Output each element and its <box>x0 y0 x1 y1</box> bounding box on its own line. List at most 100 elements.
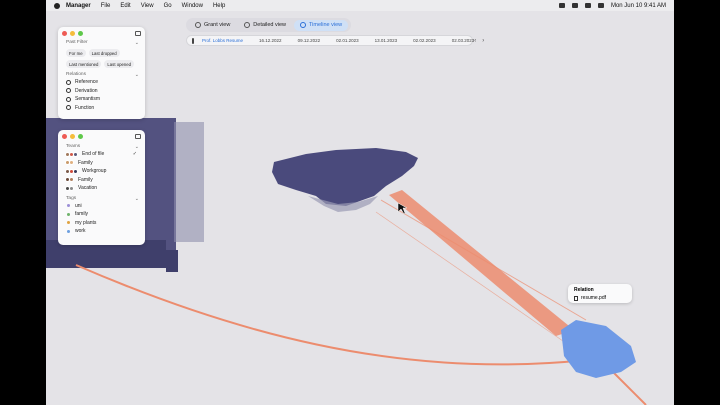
close-icon[interactable] <box>62 31 67 36</box>
menu-bar: Manager File Edit View Go Window Help Mo… <box>46 0 674 11</box>
reference-icon <box>66 79 71 85</box>
menu-go[interactable]: Go <box>164 3 172 9</box>
checkmark-icon: ✓ <box>132 151 137 158</box>
team-item[interactable]: Family <box>58 159 145 168</box>
timeline-date: 02.02.2023 <box>413 38 436 43</box>
user-icon[interactable] <box>597 3 604 8</box>
filter-chips: For me Last dropped Last mentioned Last … <box>58 46 145 68</box>
tag-dot-icon <box>67 221 70 225</box>
cluster-center[interactable] <box>272 148 418 212</box>
tag-item[interactable]: my plants <box>58 219 145 228</box>
menu-edit[interactable]: Edit <box>120 3 130 9</box>
sidebar-toggle-icon[interactable] <box>192 37 194 44</box>
chip-last-mentioned[interactable]: Last mentioned <box>66 60 102 68</box>
relation-function[interactable]: Function <box>58 104 145 113</box>
section-title: Relations <box>66 72 86 77</box>
section-title: Past Filter <box>66 40 88 45</box>
timeline-file[interactable]: Prof. Lobbs Resume <box>202 38 243 43</box>
window-controls <box>62 31 83 36</box>
clock[interactable]: Mon Jun 10 9:41 AM <box>611 3 666 9</box>
filter-panel: Past Filter ⌄ For me Last dropped Last m… <box>58 27 145 119</box>
section-title: Tags <box>66 195 77 201</box>
house-icon <box>66 88 71 94</box>
avatar-group <box>65 185 74 191</box>
timeline-dates: 16.12.2022 09.12.2022 02.01.2023 13.01.2… <box>259 38 474 43</box>
control-center-icon[interactable] <box>584 3 591 8</box>
relation-file-name: resume.pdf <box>581 295 607 301</box>
menu-window[interactable]: Window <box>182 3 203 9</box>
avatar-group <box>65 168 78 174</box>
tag-item[interactable]: work <box>58 227 145 236</box>
chip-last-opened[interactable]: Last opened <box>104 60 135 68</box>
minimize-icon[interactable] <box>70 134 75 139</box>
tag-dot-icon <box>67 229 70 233</box>
avatar-group <box>65 177 74 183</box>
chip-last-dropped[interactable]: Last dropped <box>88 49 120 57</box>
avatar-group <box>65 160 74 166</box>
teams-panel: Teams ⌄ End of file ✓ Family Workgroup F… <box>58 130 145 245</box>
relation-title: Relation <box>574 287 594 293</box>
sidebar-icon[interactable] <box>135 31 141 36</box>
search-icon[interactable] <box>571 3 578 8</box>
close-icon[interactable] <box>62 134 67 139</box>
tab-detailed-view[interactable]: Detailed view <box>238 20 292 31</box>
view-switcher: Grant view Detailed view Timeline view <box>186 18 352 32</box>
relation-popover: Relation resume.pdf <box>568 284 632 303</box>
gear-icon <box>244 22 251 28</box>
function-icon <box>66 105 71 111</box>
relation-label: Function <box>75 104 95 111</box>
tab-grant-view[interactable]: Grant view <box>189 20 236 31</box>
wifi-icon[interactable] <box>558 3 565 8</box>
tab-label: Detailed view <box>253 22 287 28</box>
relation-label: Semantism <box>75 96 101 103</box>
chevron-down-icon[interactable]: ⌄ <box>135 40 139 46</box>
cluster-right[interactable] <box>561 320 636 378</box>
avatar-group <box>65 151 78 157</box>
tag-label: family <box>75 211 89 218</box>
team-item[interactable]: Family <box>58 176 145 185</box>
chevron-down-icon[interactable]: ⌄ <box>135 144 139 150</box>
menu-app[interactable]: Manager <box>66 3 91 9</box>
tag-item[interactable]: uni <box>58 202 145 211</box>
timeline-date: 13.01.2023 <box>374 38 398 43</box>
chevron-down-icon[interactable]: ⌄ <box>135 72 139 78</box>
timeline-date: 02.01.2023 <box>336 38 359 43</box>
minimize-icon[interactable] <box>70 31 75 36</box>
timeline-bar[interactable]: Prof. Lobbs Resume 16.12.2022 09.12.2022… <box>186 35 484 46</box>
team-item[interactable]: Vacation <box>58 184 145 193</box>
apple-icon[interactable] <box>54 2 60 9</box>
tab-timeline-view[interactable]: Timeline view <box>294 19 349 31</box>
timeline-date: 16.12.2022 <box>259 38 282 43</box>
screen: Manager File Edit View Go Window Help Mo… <box>46 0 674 405</box>
tag-label: work <box>75 228 86 235</box>
relation-label: Derivation <box>75 87 98 94</box>
chip-for-me[interactable]: For me <box>66 49 86 57</box>
chevron-right-icon[interactable]: › <box>482 38 484 44</box>
tab-label: Timeline view <box>309 22 343 28</box>
team-item[interactable]: Workgroup <box>58 167 145 176</box>
team-label: Family <box>78 176 93 183</box>
zoom-icon[interactable] <box>78 31 83 36</box>
clock-icon <box>300 22 307 28</box>
tag-dot-icon <box>67 212 70 216</box>
relation-semantism[interactable]: Semantism <box>58 95 145 104</box>
timeline-date: 02.03.2023 <box>451 38 475 43</box>
team-label: Family <box>78 159 93 166</box>
relation-file[interactable]: resume.pdf <box>574 295 626 301</box>
menu-help[interactable]: Help <box>213 3 225 9</box>
relation-reference[interactable]: Reference <box>58 78 145 87</box>
chevron-left-icon[interactable]: ‹ <box>474 38 476 44</box>
relation-label: Reference <box>75 79 99 86</box>
section-title: Teams <box>66 144 81 149</box>
team-item[interactable]: End of file ✓ <box>58 150 145 159</box>
tag-item[interactable]: family <box>58 210 145 219</box>
tag-label: uni <box>75 202 82 209</box>
menu-view[interactable]: View <box>141 3 154 9</box>
relation-derivation[interactable]: Derivation <box>58 87 145 96</box>
timeline-date: 09.12.2022 <box>297 38 321 43</box>
chevron-down-icon[interactable]: ⌄ <box>135 196 139 202</box>
sidebar-icon[interactable] <box>135 134 141 139</box>
window-controls <box>62 134 83 139</box>
zoom-icon[interactable] <box>78 134 83 139</box>
menu-file[interactable]: File <box>101 3 111 9</box>
